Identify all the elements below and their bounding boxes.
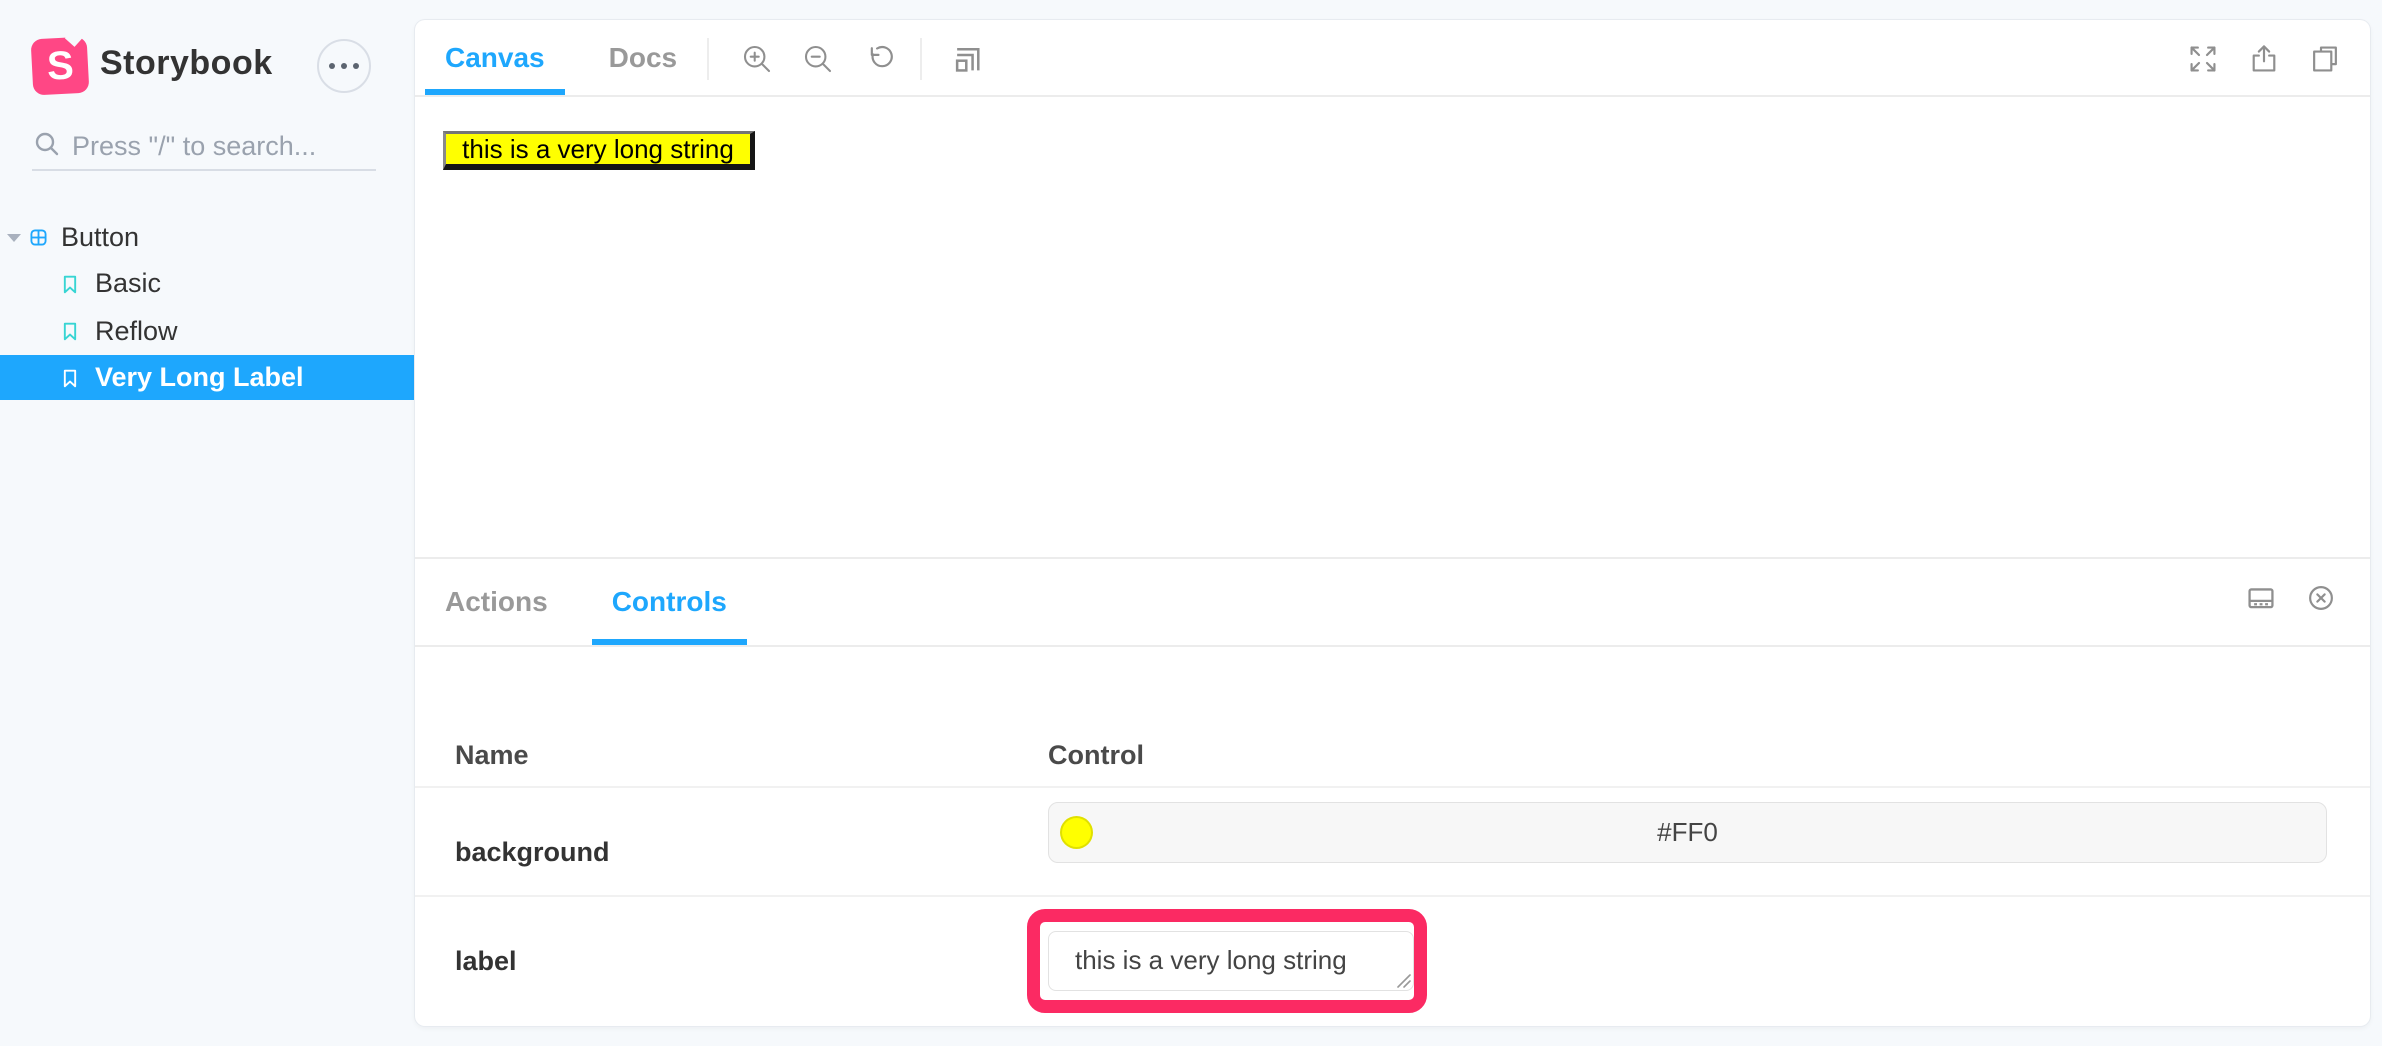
table-divider — [415, 786, 2370, 788]
sidebar-item-label: Reflow — [95, 316, 178, 347]
search-input[interactable] — [70, 128, 364, 164]
toolbar-divider — [920, 38, 922, 80]
bookmark-icon — [63, 275, 77, 294]
search-icon — [33, 130, 61, 158]
sidebar-item-button[interactable]: Button — [0, 214, 415, 260]
copy-icon[interactable] — [2305, 39, 2345, 79]
control-row-name: background — [455, 838, 610, 866]
tab-controls[interactable]: Controls — [592, 559, 747, 645]
ellipsis-dot — [341, 63, 347, 69]
ellipsis-dot — [353, 63, 359, 69]
app-title[interactable]: Storybook — [100, 44, 273, 83]
sidebar-item-basic[interactable]: Basic — [0, 260, 415, 307]
zoom-out-icon[interactable] — [798, 39, 838, 79]
chevron-down-icon[interactable] — [7, 234, 21, 242]
grow-icon[interactable] — [948, 39, 988, 79]
zoom-reset-icon[interactable] — [858, 39, 898, 79]
share-icon[interactable] — [2244, 39, 2284, 79]
zoom-in-icon[interactable] — [737, 39, 777, 79]
ellipsis-dot — [329, 63, 335, 69]
bookmark-icon — [63, 369, 77, 388]
tab-actions[interactable]: Actions — [425, 559, 568, 645]
control-row-name: label — [455, 947, 517, 975]
column-header-name: Name — [455, 741, 529, 769]
addon-panel-tabbar: Actions Controls — [415, 557, 2370, 647]
color-value: #FF0 — [1657, 817, 1718, 848]
tab-canvas[interactable]: Canvas — [425, 20, 565, 95]
color-swatch — [1060, 816, 1093, 849]
story-preview-button[interactable]: this is a very long string — [443, 131, 755, 170]
canvas-panel: Canvas Docs — [415, 20, 2370, 1026]
column-header-control: Control — [1048, 741, 1144, 769]
sidebar-item-label: Button — [61, 222, 139, 253]
sidebar-item-reflow[interactable]: Reflow — [0, 307, 415, 355]
bookmark-icon — [63, 322, 77, 341]
component-icon — [30, 229, 47, 246]
storybook-logo-letter: S — [46, 46, 74, 87]
color-control-background[interactable]: #FF0 — [1048, 802, 2327, 863]
toolbar-divider — [707, 38, 709, 80]
sidebar-item-label: Basic — [95, 268, 161, 299]
sidebar-menu-button[interactable] — [317, 39, 371, 93]
table-divider — [415, 895, 2370, 897]
label-text-control[interactable]: this is a very long string — [1048, 931, 1414, 991]
sidebar-item-label: Very Long Label — [95, 362, 304, 393]
panel-position-icon[interactable] — [2241, 578, 2281, 618]
fullscreen-icon[interactable] — [2183, 39, 2223, 79]
sidebar-item-very-long-label[interactable]: Very Long Label — [0, 355, 415, 400]
storybook-logo[interactable]: S — [31, 37, 90, 96]
search-underline — [32, 169, 376, 171]
close-icon[interactable] — [2301, 578, 2341, 618]
resize-handle-icon[interactable] — [1396, 973, 1412, 989]
tab-docs[interactable]: Docs — [589, 20, 697, 95]
